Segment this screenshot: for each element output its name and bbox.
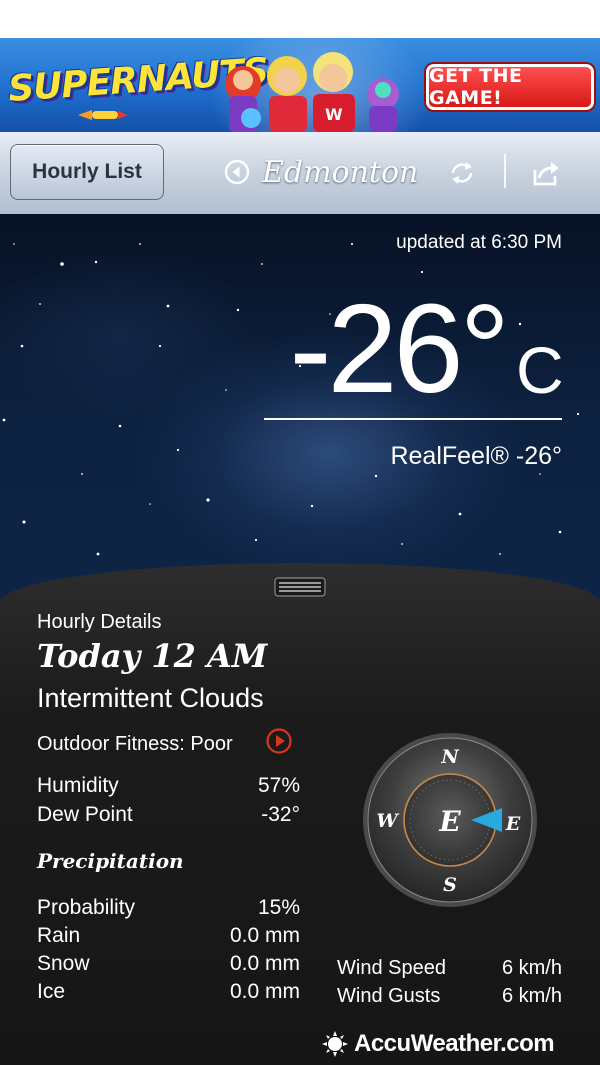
dew-point-value: -32°	[261, 803, 300, 826]
rain-value: 0.0 mm	[229, 924, 300, 947]
ad-banner[interactable]: SUPERNAUTS W GET THE GAME!	[0, 38, 600, 132]
compass-west: W	[376, 810, 399, 832]
share-icon[interactable]	[531, 158, 561, 188]
ice-label: Ice	[37, 980, 66, 1003]
current-conditions: updated at 6:30 PM -26° C RealFeel® -26°	[0, 214, 600, 614]
play-icon[interactable]	[265, 727, 293, 755]
city-title[interactable]: Edmonton	[262, 152, 418, 194]
hourly-details-panel: Hourly Details Today 12 AM Intermittent …	[0, 563, 600, 1065]
weather-condition: Intermittent Clouds	[37, 683, 264, 713]
precipitation-title: Precipitation	[37, 849, 184, 873]
accuweather-logo[interactable]: AccuWeather.com	[322, 1029, 555, 1059]
nav-bar: Hourly List Edmonton	[0, 132, 600, 215]
realfeel: RealFeel® -26°	[390, 442, 562, 470]
snow-label: Snow	[37, 952, 90, 975]
probability-value: 15%	[257, 896, 300, 919]
temperature-divider	[264, 418, 562, 420]
sun-icon	[322, 1031, 348, 1057]
wind-speed-value: 6 km/h	[501, 957, 562, 979]
snow-value: 0.0 mm	[229, 952, 300, 975]
back-icon[interactable]	[224, 159, 250, 185]
wind-compass: N S W E E	[363, 733, 537, 907]
refresh-icon[interactable]	[447, 158, 477, 188]
forecast-time: Today 12 AM	[37, 637, 268, 675]
get-the-game-button[interactable]: GET THE GAME!	[426, 64, 594, 110]
humidity-label: Humidity	[37, 774, 119, 797]
rain-label: Rain	[37, 924, 81, 947]
wind-direction: E	[438, 805, 461, 838]
nav-divider	[504, 154, 506, 188]
status-bar	[0, 0, 600, 38]
drag-handle-icon[interactable]	[274, 577, 326, 597]
temperature-unit: C	[516, 333, 564, 407]
dew-point-label: Dew Point	[37, 803, 133, 826]
accuweather-brand: AccuWeather.com	[354, 1030, 555, 1057]
rocket-icon	[78, 110, 128, 120]
outdoor-fitness: Outdoor Fitness: Poor	[37, 733, 233, 755]
temperature-value: -26°	[289, 278, 511, 419]
hourly-details-label: Hourly Details	[37, 611, 162, 633]
ice-value: 0.0 mm	[229, 980, 300, 1003]
svg-text:W: W	[325, 105, 343, 124]
humidity-value: 57%	[257, 774, 300, 797]
wind-gusts-label: Wind Gusts	[337, 985, 441, 1007]
updated-time: updated at 6:30 PM	[396, 232, 562, 253]
compass-east: E	[505, 813, 521, 835]
wind-gusts-value: 6 km/h	[501, 985, 562, 1007]
compass-north: N	[440, 746, 459, 768]
wind-speed-label: Wind Speed	[337, 957, 446, 979]
hourly-list-button[interactable]: Hourly List	[10, 144, 164, 200]
compass-south: S	[443, 874, 457, 896]
ad-characters-illustration: W	[225, 52, 399, 132]
probability-label: Probability	[37, 896, 136, 919]
